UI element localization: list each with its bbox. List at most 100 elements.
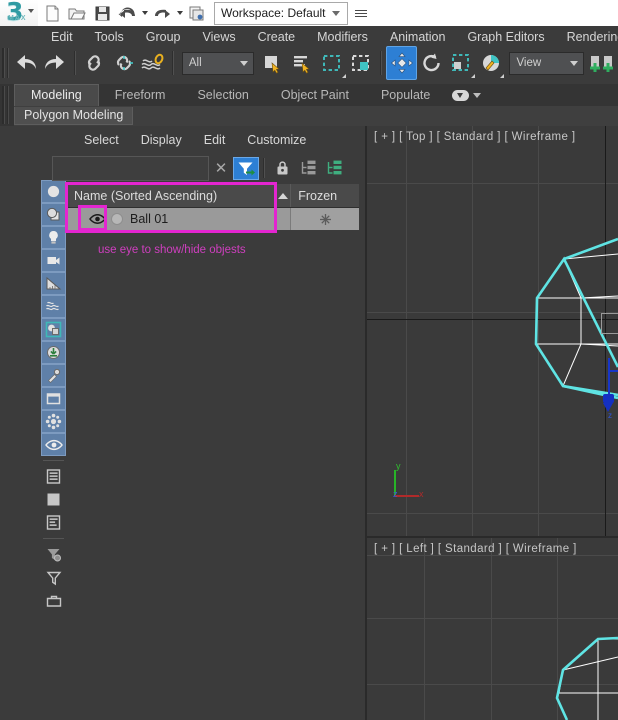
viewport-left-label[interactable]: [ + ] [ Left ] [ Standard ] [ Wireframe …: [374, 543, 577, 555]
tripod-x-label: x: [419, 489, 424, 499]
unlink-selection-button[interactable]: [109, 47, 138, 79]
display-containers-icon[interactable]: [41, 387, 66, 410]
use-center-flyout-button[interactable]: [588, 47, 618, 79]
configure-filter-icon[interactable]: [41, 543, 66, 566]
new-file-icon[interactable]: [40, 1, 64, 25]
coordinate-system-combo[interactable]: View: [509, 52, 584, 75]
filter-icon[interactable]: [41, 566, 66, 589]
viewport-top-label[interactable]: [ + ] [ Top ] [ Standard ] [ Wireframe ]: [374, 131, 575, 143]
filter-toggle-icon[interactable]: [233, 157, 259, 180]
app-logo-button[interactable]: 3 MAX: [0, 0, 38, 26]
project-folder-icon[interactable]: [185, 1, 209, 25]
viewport-left[interactable]: [ + ] [ Left ] [ Standard ] [ Wireframe …: [367, 538, 618, 720]
open-file-icon[interactable]: [65, 1, 89, 25]
display-groups-icon[interactable]: [41, 318, 66, 341]
coordinate-system-chevron-down-icon[interactable]: [570, 61, 578, 66]
object-color-swatch[interactable]: [109, 213, 125, 225]
transform-gizmo-box[interactable]: [601, 313, 618, 334]
se-menu-customize[interactable]: Customize: [236, 133, 317, 147]
flyout-corner-indicator[interactable]: [342, 74, 346, 78]
bind-space-warp-button[interactable]: [138, 47, 167, 79]
display-cameras-icon[interactable]: [41, 249, 66, 272]
se-toolbar-separator: [263, 158, 265, 178]
redo-history-chevron-down-icon[interactable]: [175, 1, 184, 25]
coordinate-system-value: View: [516, 57, 541, 69]
se-menu-edit[interactable]: Edit: [193, 133, 237, 147]
workspace-menu-icon[interactable]: [352, 3, 370, 24]
display-geometry-icon[interactable]: [41, 203, 66, 226]
tripod-y-label: y: [396, 461, 401, 471]
display-lights-icon[interactable]: [41, 226, 66, 249]
toolbar-divider-2: [43, 538, 64, 539]
redo-icon[interactable]: [150, 1, 174, 25]
toolbox-icon[interactable]: [41, 589, 66, 612]
main-toolbar: All View: [0, 44, 618, 82]
expand-all-icon[interactable]: [295, 157, 321, 180]
undo-icon[interactable]: [115, 1, 139, 25]
workspace-label: Workspace: Default: [221, 6, 332, 20]
workspace-combo[interactable]: Workspace: Default: [214, 2, 348, 25]
display-xrefs-icon[interactable]: [41, 341, 66, 364]
workspace-chevron-down-icon[interactable]: [332, 11, 340, 16]
toolbar-drag-handle[interactable]: [2, 48, 9, 78]
se-menu-display[interactable]: Display: [130, 133, 193, 147]
tab-modeling[interactable]: Modeling: [14, 84, 99, 106]
sort-ascending-icon[interactable]: [276, 184, 291, 207]
selection-filter-chevron-down-icon[interactable]: [240, 61, 248, 66]
select-and-scale-button[interactable]: [447, 47, 476, 79]
row-name-cell[interactable]: Ball 01: [67, 208, 290, 230]
column-header-name[interactable]: Name (Sorted Ascending): [67, 184, 276, 207]
app-menu-chevron-down-icon[interactable]: [28, 9, 34, 13]
collapse-all-icon[interactable]: [321, 157, 347, 180]
save-file-icon[interactable]: [90, 1, 114, 25]
select-and-move-button[interactable]: [386, 46, 417, 80]
display-hidden-objects-icon[interactable]: [41, 433, 66, 456]
column-header-frozen[interactable]: Frozen: [291, 184, 359, 207]
ribbon-drag-handle[interactable]: [2, 86, 9, 124]
select-link-button[interactable]: [80, 47, 109, 79]
window-crossing-button[interactable]: [347, 47, 376, 79]
redo-button[interactable]: [40, 47, 69, 79]
tab-freeform[interactable]: Freeform: [99, 84, 182, 106]
rectangular-selection-region-button[interactable]: [317, 47, 346, 79]
list-details-icon[interactable]: [41, 511, 66, 534]
transform-gizmo-handle[interactable]: [603, 394, 614, 403]
blank-panel-icon[interactable]: [41, 488, 66, 511]
annotation-use-eye: use eye to show/hide objests: [98, 244, 246, 256]
table-row[interactable]: Ball 01: [67, 208, 359, 230]
se-menu-select[interactable]: Select: [73, 133, 130, 147]
toolbar-separator-2: [172, 51, 174, 75]
tab-object-paint[interactable]: Object Paint: [265, 84, 365, 106]
place-flyout-corner-indicator[interactable]: [500, 74, 504, 78]
visibility-eye-icon[interactable]: [85, 213, 109, 225]
toolbar-separator: [74, 51, 76, 75]
select-by-name-button[interactable]: [288, 47, 317, 79]
display-space-warps-icon[interactable]: [41, 295, 66, 318]
scene-explorer-display-toolbar: [40, 180, 67, 610]
ribbon-collapse-icon[interactable]: [452, 90, 469, 101]
tab-populate[interactable]: Populate: [365, 84, 446, 106]
display-all-objects-icon[interactable]: [41, 180, 66, 203]
display-helpers-icon[interactable]: [41, 272, 66, 295]
select-object-button[interactable]: [258, 47, 287, 79]
panel-tab-polygon-modeling[interactable]: Polygon Modeling: [14, 107, 133, 125]
lock-selection-icon[interactable]: [269, 157, 295, 180]
tab-selection[interactable]: Selection: [181, 84, 264, 106]
viewport-top[interactable]: [ + ] [ Top ] [ Standard ] [ Wireframe ]…: [367, 126, 618, 536]
ribbon-panel-strip: Polygon Modeling: [14, 106, 618, 126]
ribbon-options-chevron-down-icon[interactable]: [473, 93, 481, 98]
select-and-rotate-button[interactable]: [417, 47, 446, 79]
search-input[interactable]: [52, 156, 209, 181]
undo-button[interactable]: [11, 47, 40, 79]
selection-filter-combo[interactable]: All: [182, 52, 255, 75]
select-and-place-button[interactable]: [476, 47, 505, 79]
ribbon-minimize-button[interactable]: [446, 84, 487, 106]
undo-history-chevron-down-icon[interactable]: [140, 1, 149, 25]
display-bones-icon[interactable]: [41, 364, 66, 387]
transform-gizmo-x-axis[interactable]: [608, 370, 618, 372]
clear-search-icon[interactable]: ✕: [209, 157, 233, 179]
display-particles-icon[interactable]: [41, 410, 66, 433]
row-frozen-cell[interactable]: [290, 208, 359, 230]
scale-flyout-corner-indicator[interactable]: [471, 74, 475, 78]
list-columns-icon[interactable]: [41, 465, 66, 488]
